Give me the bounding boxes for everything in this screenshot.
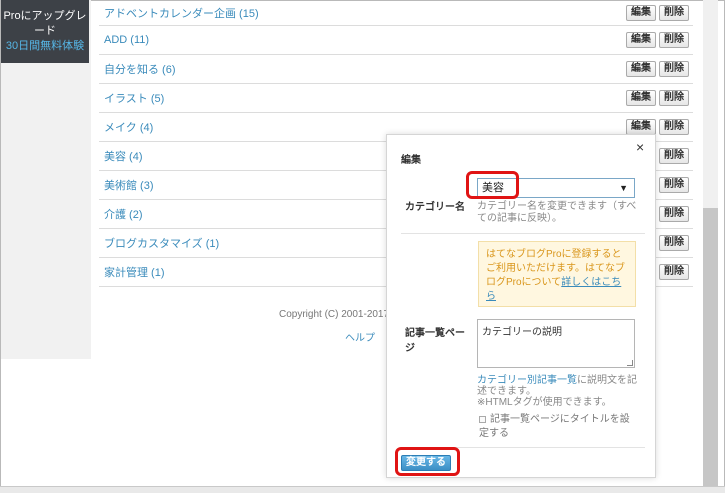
table-row: 自分を知る (6) 編集 削除	[99, 55, 693, 84]
highlight-annotation	[395, 447, 460, 476]
close-icon[interactable]: ×	[636, 139, 644, 155]
delete-button[interactable]: 削除	[659, 119, 689, 135]
category-link[interactable]: 自分を知る (6)	[104, 61, 176, 77]
help-link[interactable]: ヘルプ	[345, 329, 375, 344]
category-link[interactable]: ブログカスタマイズ (1)	[104, 235, 219, 251]
delete-button[interactable]: 削除	[659, 61, 689, 77]
window-bottom-edge	[0, 486, 725, 493]
category-name-label: カテゴリー名	[405, 202, 465, 213]
dropdown-arrow-icon: ▼	[619, 183, 628, 193]
delete-button[interactable]: 削除	[659, 264, 689, 280]
category-link[interactable]: 美容 (4)	[104, 148, 143, 164]
table-row: アドベントカレンダー企画 (15) 編集 削除	[99, 0, 693, 26]
set-title-checkbox-row[interactable]: 記事一覧ページにタイトルを設定する	[479, 413, 639, 441]
set-title-checkbox-label: 記事一覧ページにタイトルを設定する	[479, 414, 630, 439]
delete-button[interactable]: 削除	[659, 4, 689, 21]
edit-category-dialog: 編集 × カテゴリー名 美容 ▼ カテゴリー名を変更できます（すべての記事に反映…	[386, 134, 656, 478]
edit-button[interactable]: 編集	[626, 119, 656, 135]
category-description-textarea[interactable]: カテゴリーの説明	[477, 319, 635, 368]
delete-button[interactable]: 削除	[659, 206, 689, 222]
table-row: イラスト (5) 編集 削除	[99, 84, 693, 113]
set-title-checkbox[interactable]	[479, 415, 486, 423]
category-link[interactable]: メイク (4)	[104, 119, 153, 135]
table-row: ADD (11) 編集 削除	[99, 26, 693, 55]
copyright-text: Copyright (C) 2001-2017	[279, 309, 390, 320]
category-link[interactable]: ADD (11)	[104, 34, 149, 46]
divider	[401, 233, 645, 234]
delete-button[interactable]: 削除	[659, 235, 689, 251]
category-link[interactable]: アドベントカレンダー企画 (15)	[104, 5, 259, 21]
edit-button[interactable]: 編集	[626, 61, 656, 77]
category-link[interactable]: 家計管理 (1)	[104, 264, 165, 280]
delete-button[interactable]: 削除	[659, 32, 689, 48]
edit-button[interactable]: 編集	[626, 32, 656, 48]
pro-upgrade-banner[interactable]: Proにアップグレード 30日間無料体験	[1, 0, 89, 63]
category-name-hint: カテゴリー名を変更できます（すべての記事に反映）。	[477, 201, 637, 224]
category-article-list-link[interactable]: カテゴリー別記事一覧	[477, 375, 577, 386]
highlight-annotation	[466, 171, 519, 199]
delete-button[interactable]: 削除	[659, 177, 689, 193]
html-note-text: ※HTMLタグが使用できます。	[477, 397, 612, 408]
scrollbar-thumb[interactable]	[703, 208, 718, 486]
delete-button[interactable]: 削除	[659, 148, 689, 164]
category-link[interactable]: 介護 (2)	[104, 206, 143, 222]
delete-button[interactable]: 削除	[659, 90, 689, 106]
category-link[interactable]: イラスト (5)	[104, 90, 164, 106]
category-link[interactable]: 美術館 (3)	[104, 177, 154, 193]
dialog-title: 編集	[401, 155, 421, 166]
resize-handle-icon[interactable]	[627, 360, 633, 366]
article-list-page-label: 記事一覧ページ	[405, 328, 465, 354]
category-description-value: カテゴリーの説明	[482, 327, 562, 338]
edit-button[interactable]: 編集	[626, 4, 656, 21]
pro-notice: はてなブログProに登録するとご利用いただけます。はてなブログProについて詳し…	[478, 241, 636, 307]
edit-button[interactable]: 編集	[626, 90, 656, 106]
free-trial-label: 30日間無料体験	[5, 40, 85, 52]
description-note: カテゴリー別記事一覧に説明文を記述できます。 ※HTMLタグが使用できます。	[477, 375, 642, 408]
pro-upgrade-label: Proにアップグレード	[3, 10, 87, 37]
